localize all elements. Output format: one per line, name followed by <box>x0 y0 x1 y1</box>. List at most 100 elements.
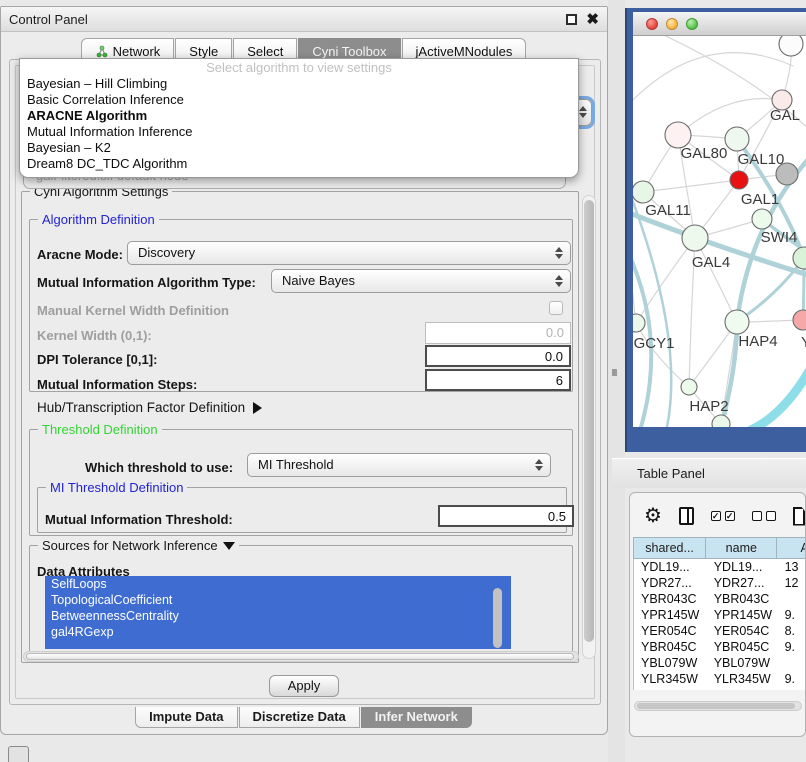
network-node[interactable] <box>779 36 803 56</box>
table-panel-body: ⚙ ✓✓ shared...nameA YDL19...YDL19...13YD… <box>629 492 806 737</box>
algorithm-option-bayesian-hill-climbing[interactable]: Bayesian – Hill Climbing <box>20 76 578 92</box>
data-attributes-list[interactable]: SelfLoopsTopologicalCoefficientBetweenne… <box>45 576 511 649</box>
column-header-shared[interactable]: shared... <box>633 537 706 559</box>
network-node-swi4[interactable] <box>752 209 772 229</box>
tab-impute-data[interactable]: Impute Data <box>135 707 237 728</box>
network-canvas[interactable]: GALGAL80GAL10GAL1GAL11SWI4GAL4GCY1HAP4YH… <box>633 36 806 427</box>
table-cell: 9. <box>778 671 806 687</box>
minimized-panel-icon[interactable] <box>8 746 29 762</box>
algorithm-option-mutual-information-inference[interactable]: Mutual Information Inference <box>20 124 578 140</box>
table-cell: YLR345W <box>707 671 778 687</box>
network-view-window: GALGAL80GAL10GAL1GAL11SWI4GAL4GCY1HAP4YH… <box>625 8 806 452</box>
settings-hscrollbar[interactable] <box>23 651 579 662</box>
mi-steps-field[interactable]: 6 <box>425 369 571 391</box>
network-node-hap4[interactable] <box>725 310 749 334</box>
columns-icon[interactable] <box>679 507 694 525</box>
node-table: shared...nameA YDL19...YDL19...13YDR27..… <box>633 537 806 690</box>
table-row[interactable]: YLR345WYLR345W9. <box>634 671 806 687</box>
hub-definition-toggle[interactable]: Hub/Transcription Factor Definition <box>37 400 262 415</box>
close-traffic-light[interactable] <box>646 18 658 30</box>
table-cell: 9 <box>778 687 806 690</box>
settings-scrollbar[interactable] <box>582 195 596 659</box>
network-node-gal11[interactable] <box>633 181 654 203</box>
manual-kernel-label: Manual Kernel Width Definition <box>37 303 229 318</box>
tab-jactivemnodules[interactable]: jActiveMNodules <box>402 38 527 60</box>
algorithm-option-basic-correlation-inference[interactable]: Basic Correlation Inference <box>20 92 578 108</box>
aracne-mode-combobox[interactable]: Discovery <box>127 241 571 265</box>
table-row[interactable]: YDL19...YDL19...13 <box>634 559 806 575</box>
table-cell: 9. <box>778 639 806 655</box>
attribute-item-gal4rgexp[interactable]: gal4RGexp <box>45 624 511 640</box>
network-node-label: GAL80 <box>681 145 728 162</box>
mi-threshold-value: 0.5 <box>548 509 566 524</box>
splitter-grip[interactable] <box>612 369 617 376</box>
tab-style[interactable]: Style <box>175 38 232 60</box>
attribute-item[interactable] <box>45 640 511 649</box>
network-node-y[interactable] <box>793 310 806 330</box>
network-node[interactable] <box>776 163 798 185</box>
dpi-tolerance-field[interactable]: 0.0 <box>425 345 571 367</box>
table-row[interactable]: YPR145WYPR145W9. <box>634 607 806 623</box>
which-threshold-label: Which threshold to use: <box>85 460 233 475</box>
table-row[interactable]: YBR045CYBR045C9. <box>634 639 806 655</box>
table-row[interactable]: YBR043CYBR043C <box>634 591 806 607</box>
kernel-width-field[interactable]: 0.0 <box>425 322 571 344</box>
panel-splitter[interactable] <box>608 0 625 762</box>
network-node-hap2[interactable] <box>681 379 697 395</box>
mi-type-label: Mutual Information Algorithm Type: <box>37 275 256 290</box>
kernel-width-label: Kernel Width (0,1): <box>37 328 152 343</box>
float-window-icon[interactable] <box>566 14 577 25</box>
algorithm-placeholder: Select algorithm to view settings <box>20 59 578 76</box>
network-node-gcy1[interactable] <box>633 314 645 332</box>
network-node-gal10[interactable] <box>725 127 749 151</box>
select-all-columns-icon[interactable]: ✓✓ <box>711 511 735 521</box>
table-cell: YER054C <box>634 623 707 639</box>
table-cell: 9. <box>778 607 806 623</box>
apply-button[interactable]: Apply <box>269 675 339 697</box>
attributes-scrollbar[interactable] <box>493 588 502 648</box>
minimize-traffic-light[interactable] <box>666 18 678 30</box>
attribute-item-betweennesscentrality[interactable]: BetweennessCentrality <box>45 608 511 624</box>
table-row[interactable]: YIL052CYIL052C9 <box>634 687 806 690</box>
mi-type-combobox[interactable]: Naive Bayes <box>271 269 571 293</box>
tab-network[interactable]: Network <box>81 38 175 60</box>
algorithm-option-bayesian-k2[interactable]: Bayesian – K2 <box>20 140 578 156</box>
table-cell: YDR27... <box>634 575 707 591</box>
tab-discretize-data[interactable]: Discretize Data <box>239 707 360 728</box>
tab-select[interactable]: Select <box>233 38 297 60</box>
algorithm-option-aracne-algorithm[interactable]: ARACNE Algorithm <box>20 108 578 124</box>
gear-icon[interactable]: ⚙ <box>644 506 662 526</box>
table-cell: YBR043C <box>707 591 778 607</box>
table-cell: YDL19... <box>634 559 707 575</box>
aracne-mode-label: Aracne Mode: <box>37 247 123 262</box>
attribute-item-topologicalcoefficient[interactable]: TopologicalCoefficient <box>45 592 511 608</box>
table-row[interactable]: YDR27...YDR27...12 <box>634 575 806 591</box>
deselect-all-columns-icon[interactable] <box>752 511 776 521</box>
algorithm-option-dream8-dc-tdc-algorithm[interactable]: Dream8 DC_TDC Algorithm <box>20 156 578 172</box>
mi-threshold-field[interactable]: 0.5 <box>438 505 574 527</box>
table-row[interactable]: YER054CYER054C8. <box>634 623 806 639</box>
network-node-label: GCY1 <box>634 335 675 352</box>
network-node-gal4[interactable] <box>682 225 708 251</box>
manual-kernel-checkbox[interactable] <box>549 301 563 315</box>
table-row[interactable]: YBL079WYBL079W <box>634 655 806 671</box>
table-cell <box>778 655 806 671</box>
network-window-titlebar[interactable] <box>633 12 806 36</box>
tab-label: Select <box>247 44 283 59</box>
tab-infer-network[interactable]: Infer Network <box>361 707 472 728</box>
network-node-gal1[interactable] <box>730 171 748 189</box>
network-node[interactable] <box>793 247 806 269</box>
close-icon[interactable]: ✖ <box>586 14 599 25</box>
network-node-label: GAL4 <box>692 254 730 271</box>
kernel-width-value: 0.0 <box>546 325 564 340</box>
collapse-down-icon[interactable] <box>223 542 235 550</box>
column-header-a[interactable]: A <box>777 537 806 559</box>
new-table-icon[interactable] <box>793 507 805 526</box>
zoom-traffic-light[interactable] <box>686 18 698 30</box>
network-node-label: HAP4 <box>738 333 777 350</box>
tab-cyni-toolbox[interactable]: Cyni Toolbox <box>298 38 400 60</box>
attribute-item-selfloops[interactable]: SelfLoops <box>45 576 511 592</box>
table-hscrollbar[interactable] <box>634 701 802 711</box>
which-threshold-combobox[interactable]: MI Threshold <box>247 453 551 477</box>
column-header-name[interactable]: name <box>706 537 777 559</box>
